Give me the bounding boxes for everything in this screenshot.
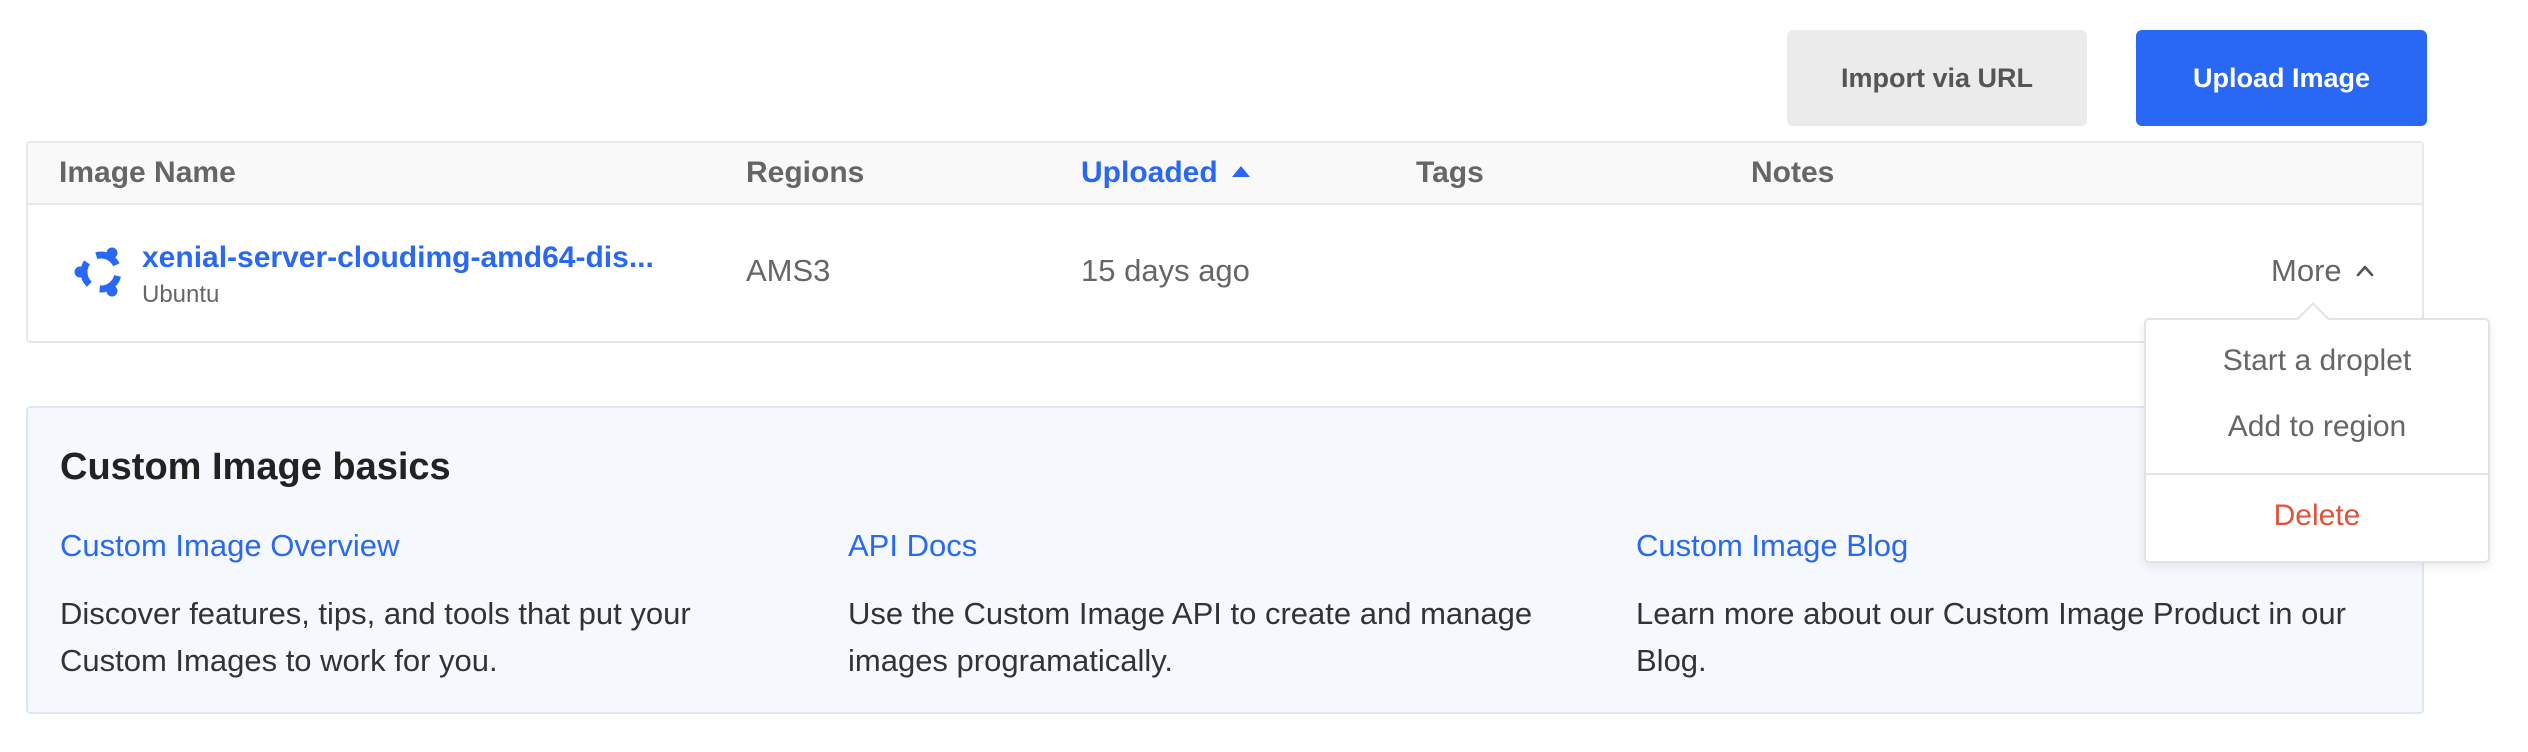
column-header-tags[interactable]: Tags <box>1416 143 1484 203</box>
images-table: Image Name Regions Uploaded Tags Notes x… <box>26 141 2424 343</box>
custom-image-overview-link[interactable]: Custom Image Overview <box>60 528 399 564</box>
custom-image-basics-panel: Custom Image basics Custom Image Overvie… <box>26 406 2424 714</box>
image-region: AMS3 <box>746 253 831 288</box>
image-name-link[interactable]: xenial-server-cloudimg-amd64-dis... <box>142 241 662 275</box>
upload-image-button[interactable]: Upload Image <box>2136 30 2427 126</box>
custom-image-overview-description: Discover features, tips, and tools that … <box>60 596 691 678</box>
chevron-up-icon <box>2356 265 2373 277</box>
menu-item-delete[interactable]: Delete <box>2146 499 2488 533</box>
column-header-image-name[interactable]: Image Name <box>59 143 236 203</box>
basics-column-overview: Custom Image Overview Discover features,… <box>60 528 780 684</box>
column-header-uploaded-label: Uploaded <box>1081 156 1218 189</box>
menu-item-start-droplet[interactable]: Start a droplet <box>2146 344 2488 378</box>
menu-divider <box>2146 473 2488 475</box>
basics-title: Custom Image basics <box>60 446 451 488</box>
api-docs-link[interactable]: API Docs <box>848 528 977 564</box>
import-via-url-button[interactable]: Import via URL <box>1787 30 2087 126</box>
more-menu-label: More <box>2271 253 2342 288</box>
custom-image-blog-link[interactable]: Custom Image Blog <box>1636 528 1908 564</box>
api-docs-description: Use the Custom Image API to create and m… <box>848 596 1533 678</box>
sort-ascending-icon <box>1231 165 1250 177</box>
image-distribution: Ubuntu <box>142 281 220 308</box>
column-header-regions[interactable]: Regions <box>746 143 864 203</box>
custom-image-blog-description: Learn more about our Custom Image Produc… <box>1636 596 2346 678</box>
ubuntu-logo-icon <box>74 247 122 297</box>
menu-item-add-to-region[interactable]: Add to region <box>2146 410 2488 444</box>
table-row: xenial-server-cloudimg-amd64-dis... Ubun… <box>28 205 2422 341</box>
image-uploaded-date: 15 days ago <box>1081 253 1250 288</box>
column-header-uploaded[interactable]: Uploaded <box>1081 143 1250 203</box>
custom-images-page: Import via URL Upload Image Image Name R… <box>0 0 2528 752</box>
more-menu-toggle[interactable]: More <box>2271 253 2374 289</box>
basics-column-api: API Docs Use the Custom Image API to cre… <box>848 528 1568 684</box>
table-header: Image Name Regions Uploaded Tags Notes <box>28 143 2422 205</box>
column-header-notes[interactable]: Notes <box>1751 143 1834 203</box>
more-dropdown-menu: Start a droplet Add to region Delete <box>2144 302 2490 563</box>
